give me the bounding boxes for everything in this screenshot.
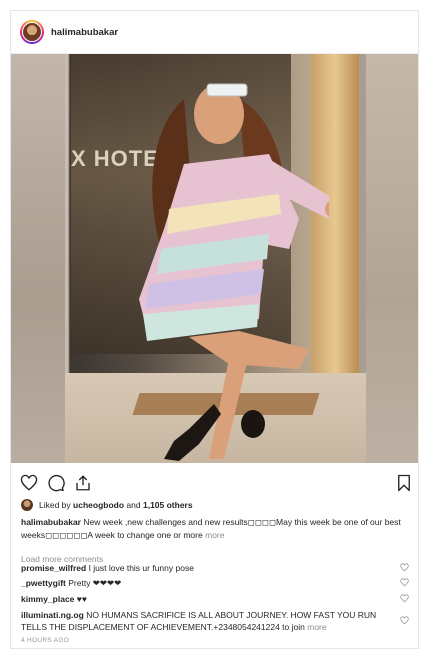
comment-username[interactable]: _pwettygift <box>21 578 66 588</box>
comment-item: promise_wilfred I just love this ur funn… <box>21 562 401 574</box>
post-username[interactable]: halimabubakar <box>51 27 118 38</box>
avatar[interactable] <box>20 20 44 44</box>
comment-item: kimmy_place ♥♥ <box>21 593 401 605</box>
comment-text: I just love this ur funny pose <box>88 563 194 573</box>
post-caption: halimabubakar New week ,new challenges a… <box>21 516 411 541</box>
photo-blur-left <box>11 54 65 463</box>
likes-count[interactable]: 1,105 others <box>143 500 193 510</box>
comment-item: _pwettygift Pretty ❤❤❤❤ <box>21 577 401 589</box>
likes-and: and <box>126 500 141 510</box>
comment-more-link[interactable]: more <box>307 622 326 632</box>
action-bar <box>11 469 418 499</box>
post-header: halimabubakar <box>11 11 418 54</box>
comment-like-icon[interactable] <box>400 563 409 572</box>
photo-figure <box>139 83 329 461</box>
photo-blur-right <box>366 54 418 463</box>
liker-avatar[interactable] <box>21 499 33 511</box>
post-card: halimabubakar X HOTEL Liked by ucheogbod… <box>10 10 419 649</box>
comment-text: Pretty ❤❤❤❤ <box>68 578 122 588</box>
comment-like-icon[interactable] <box>400 578 409 587</box>
comment-username[interactable]: kimmy_place <box>21 594 74 604</box>
caption-username[interactable]: halimabubakar <box>21 517 81 527</box>
comment-icon[interactable] <box>46 473 66 493</box>
comment-username[interactable]: illuminati.ng.og <box>21 610 84 620</box>
likes-prefix: Liked by <box>39 500 71 510</box>
comment-text: ♥♥ <box>76 594 87 604</box>
comment-item: illuminati.ng.og NO HUMANS SACRIFICE IS … <box>21 609 396 633</box>
comment-username[interactable]: promise_wilfred <box>21 563 86 573</box>
heart-icon[interactable] <box>19 473 39 493</box>
comment-like-icon[interactable] <box>400 594 409 603</box>
post-photo[interactable]: X HOTEL <box>11 54 418 463</box>
caption-more-link[interactable]: more <box>205 530 224 540</box>
comment-like-icon[interactable] <box>400 616 409 625</box>
post-timestamp[interactable]: 4 HOURS AGO <box>21 637 69 644</box>
liker-username[interactable]: ucheogbodo <box>73 500 124 510</box>
bookmark-icon[interactable] <box>394 473 414 493</box>
share-icon[interactable] <box>73 473 93 493</box>
likes-summary: Liked by ucheogbodo and 1,105 others <box>21 499 193 511</box>
